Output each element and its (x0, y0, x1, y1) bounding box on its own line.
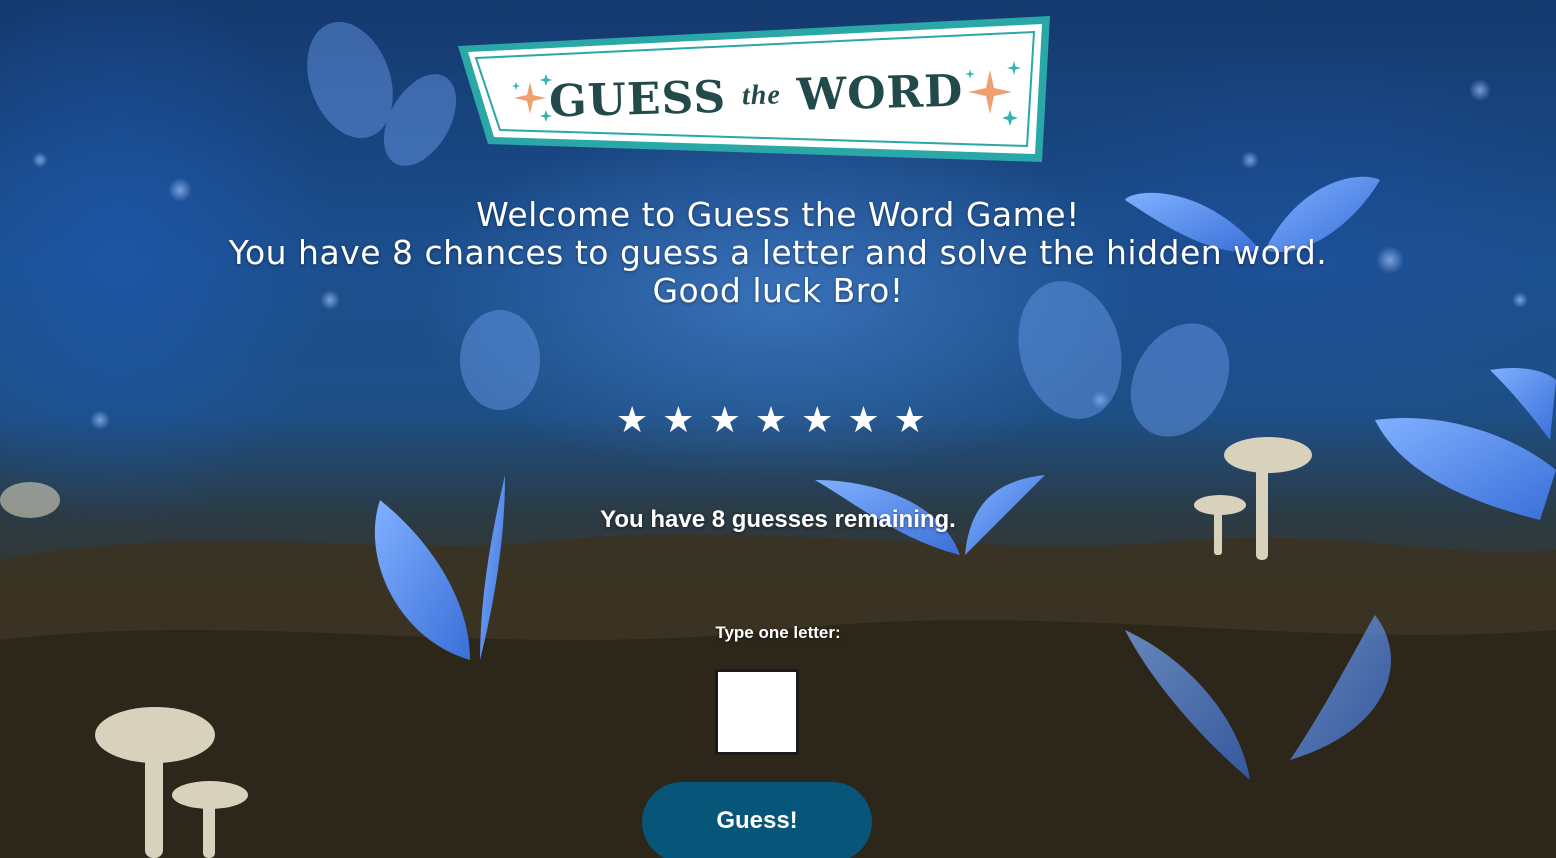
welcome-line-1: Welcome to Guess the Word Game! (476, 195, 1080, 234)
logo-the: the (741, 79, 782, 112)
letter-input-label: Type one letter: (715, 623, 841, 642)
logo-word: WORD (796, 65, 964, 121)
guesses-remaining: You have 8 guesses remaining. (600, 506, 956, 533)
welcome-line-3: Good luck Bro! (652, 271, 904, 310)
logo-title: GUESS the WORD (456, 8, 1056, 172)
game-logo: GUESS the WORD (458, 16, 1054, 164)
welcome-line-2: You have 8 chances to guess a letter and… (228, 233, 1328, 272)
word-in-progress: ★★★★★★★ (616, 400, 940, 441)
welcome-message: Welcome to Guess the Word Game! You have… (0, 196, 1556, 310)
logo-guess: GUESS (548, 71, 727, 127)
guess-button[interactable]: Guess! (642, 782, 872, 858)
letter-input[interactable] (715, 669, 799, 755)
